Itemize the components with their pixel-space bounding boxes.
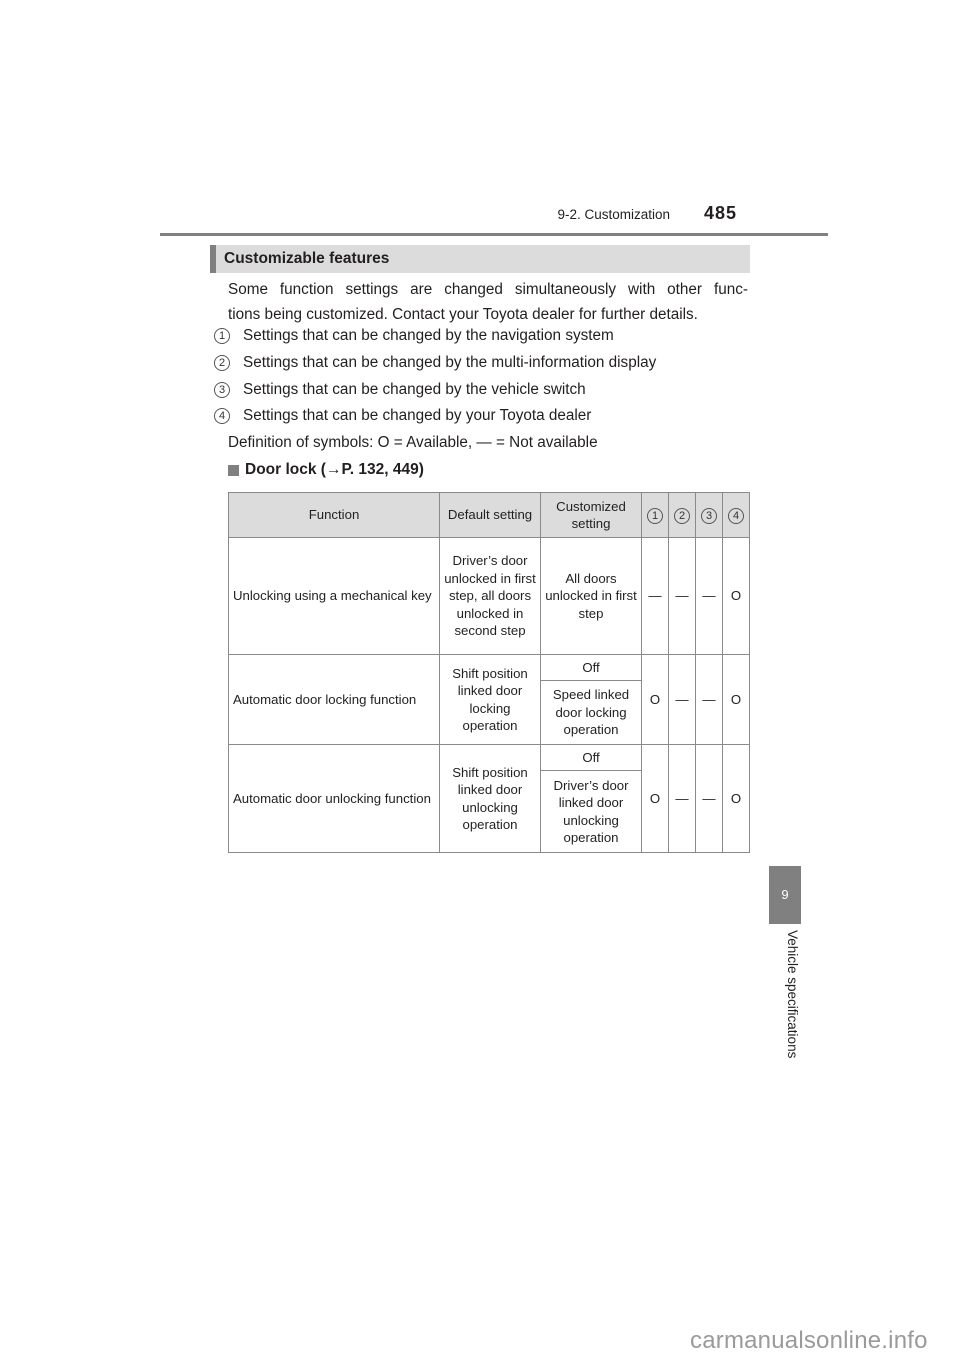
circled-number-4-icon: 4	[728, 508, 744, 525]
cell-customized: Off	[540, 654, 642, 681]
circled-number-1-icon: 1	[647, 508, 663, 525]
section-title: Customizable features	[224, 250, 390, 267]
cell-mark: O	[722, 654, 750, 745]
intro-line-1: Some function settings are changed simul…	[228, 281, 748, 298]
cell-mark: —	[695, 537, 723, 655]
circled-number-3-icon: 3	[701, 508, 717, 525]
legend-item: 2 Settings that can be changed by the mu…	[214, 354, 656, 372]
chapter-tab: 9	[769, 866, 801, 924]
header-default: Default setting	[439, 492, 541, 538]
circled-number-3-icon: 3	[214, 382, 230, 398]
cell-default: Driver’s door unlocked in first step, al…	[439, 537, 541, 655]
section-heading-bar: Customizable features	[210, 245, 750, 273]
square-bullet-icon	[228, 464, 239, 476]
cell-mark: —	[668, 537, 696, 655]
cell-default: Shift position linked door unlocking ope…	[439, 744, 541, 853]
header-section-title: 9-2. Customization	[557, 207, 670, 222]
table-row: Automatic door unlocking function Shift …	[228, 744, 750, 853]
cell-function: Unlocking using a mechanical key	[228, 537, 440, 655]
subsection-title: Door lock (→P. 132, 449)	[245, 461, 424, 478]
cell-function: Automatic door unlocking function	[228, 744, 440, 853]
header-col-4: 4	[722, 492, 750, 538]
cell-function: Automatic door locking function	[228, 654, 440, 745]
header-function: Function	[228, 492, 440, 538]
legend-text: Settings that can be changed by your Toy…	[243, 407, 592, 424]
header-col-2: 2	[668, 492, 696, 538]
chapter-label: Vehicle specifications	[785, 930, 800, 1059]
cell-mark: O	[641, 654, 669, 745]
cell-customized: Speed linked door locking operation	[540, 680, 642, 745]
cell-mark: —	[668, 654, 696, 745]
header-customized: Customized setting	[540, 492, 642, 538]
cell-mark: O	[722, 537, 750, 655]
cell-mark: —	[695, 654, 723, 745]
cell-mark: —	[641, 537, 669, 655]
circled-number-2-icon: 2	[214, 355, 230, 371]
cell-customized: All doors unlocked in first step	[540, 537, 642, 655]
table-row: Automatic door locking function Shift po…	[228, 654, 750, 745]
cell-default: Shift position linked door locking opera…	[439, 654, 541, 745]
header-col-3: 3	[695, 492, 723, 538]
cell-mark: —	[695, 744, 723, 853]
section-accent	[210, 245, 216, 273]
circled-number-2-icon: 2	[674, 508, 690, 525]
cell-mark: O	[641, 744, 669, 853]
cell-customized: Driver’s door linked door unlocking oper…	[540, 770, 642, 853]
header-divider	[160, 233, 828, 236]
cell-mark: —	[668, 744, 696, 853]
legend-item: 1 Settings that can be changed by the na…	[214, 327, 614, 345]
subsection-heading: Door lock (→P. 132, 449)	[228, 461, 424, 479]
legend-text: Settings that can be changed by the mult…	[243, 354, 657, 371]
header-col-1: 1	[641, 492, 669, 538]
table-row: Unlocking using a mechanical key Driver’…	[228, 537, 750, 655]
circled-number-4-icon: 4	[214, 408, 230, 424]
cell-mark: O	[722, 744, 750, 853]
watermark: carmanualsonline.info	[690, 1327, 928, 1354]
legend-text: Settings that can be changed by the vehi…	[243, 381, 586, 398]
door-lock-table: Function Default setting Customized sett…	[228, 492, 750, 853]
circled-number-1-icon: 1	[214, 328, 230, 344]
legend-text: Settings that can be changed by the navi…	[243, 327, 614, 344]
legend-item: 3 Settings that can be changed by the ve…	[214, 381, 586, 399]
symbol-definitions: Definition of symbols: O = Available, — …	[228, 434, 598, 451]
legend-item: 4 Settings that can be changed by your T…	[214, 407, 591, 425]
table-header-row: Function Default setting Customized sett…	[228, 492, 750, 538]
cell-customized: Off	[540, 744, 642, 771]
intro-line-2: tions being customized. Contact your Toy…	[228, 306, 698, 323]
page-number: 485	[704, 203, 738, 223]
